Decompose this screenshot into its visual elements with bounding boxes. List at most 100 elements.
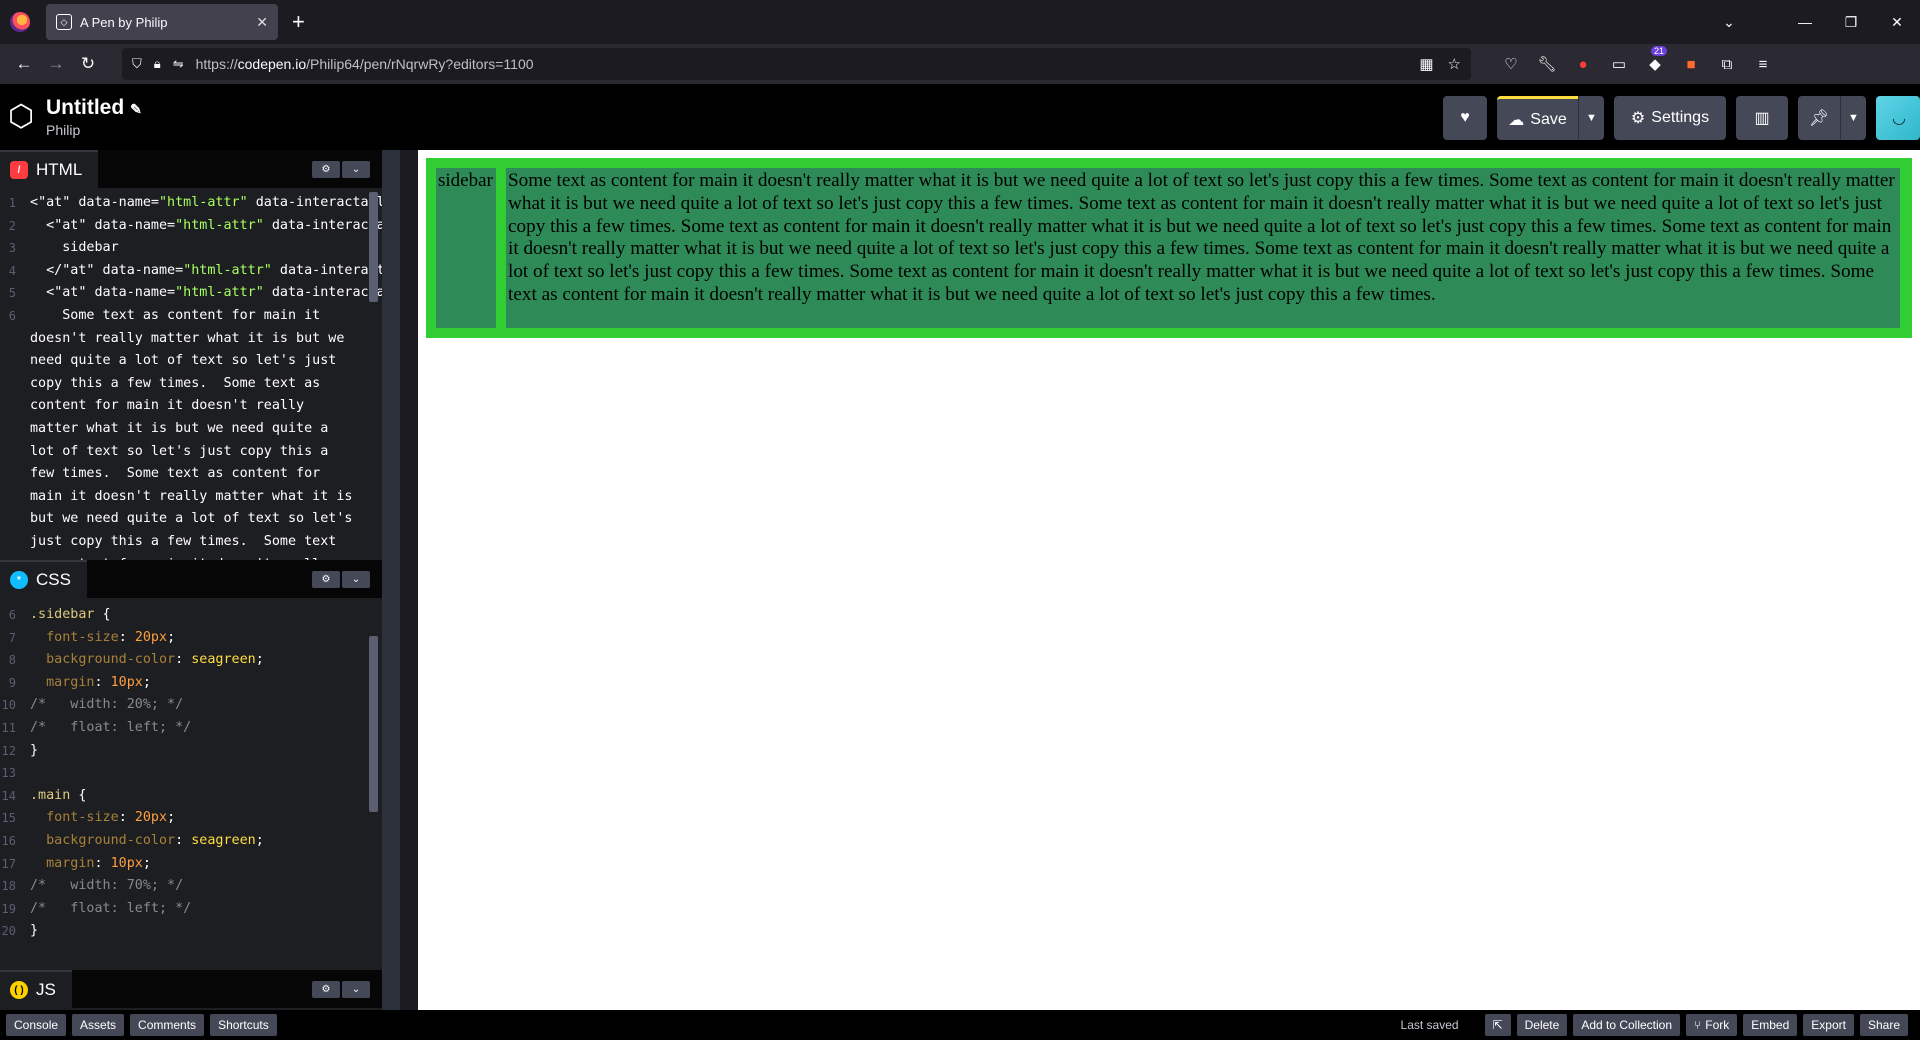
- chevron-down-icon[interactable]: ⌄: [342, 161, 370, 178]
- restore-icon[interactable]: ❐: [1828, 14, 1874, 31]
- line-number: [0, 328, 30, 351]
- open-external-button[interactable]: ⇱: [1484, 1014, 1511, 1036]
- css-property: margin: [46, 674, 95, 690]
- new-tab-icon[interactable]: +: [292, 9, 305, 35]
- embed-button[interactable]: Embed: [1743, 1014, 1798, 1036]
- preview-main: Some text as content for main it doesn't…: [506, 168, 1900, 328]
- line-number: 3: [8, 241, 16, 256]
- love-button[interactable]: ♥: [1443, 96, 1487, 140]
- avatar[interactable]: [1876, 96, 1920, 140]
- console-button[interactable]: Console: [6, 1014, 67, 1036]
- menu-hamburger-icon[interactable]: ≡: [1745, 56, 1781, 73]
- gear-icon[interactable]: ⚙: [312, 161, 340, 178]
- preview-pane[interactable]: sidebar Some text as content for main it…: [418, 150, 1920, 1010]
- add-to-collection-button[interactable]: Add to Collection: [1573, 1014, 1681, 1036]
- pin-button[interactable]: 📌︎: [1798, 96, 1840, 140]
- gear-icon[interactable]: ⚙: [312, 571, 340, 588]
- code-line: matter what it is but we need quite a: [0, 418, 382, 441]
- code-line: 6 Some text as content for main it: [0, 305, 382, 328]
- bookmark-star-icon[interactable]: ☆: [1448, 55, 1461, 73]
- orange-extension-icon[interactable]: ■: [1673, 56, 1709, 73]
- semicolon: ;: [167, 810, 176, 826]
- save-button[interactable]: ☁ Save: [1497, 96, 1578, 140]
- code-line: 5 <"at" data-name="html-attr" data-inter…: [0, 282, 382, 305]
- code-text: lot of text so let's just copy this a: [30, 443, 329, 459]
- css-code-area[interactable]: 6 .sidebar {7 font-size: 20px; 8 backgroun…: [0, 598, 382, 970]
- delete-button[interactable]: Delete: [1516, 1014, 1568, 1036]
- pen-author[interactable]: Philip: [46, 122, 142, 138]
- firefox-logo-icon[interactable]: [10, 12, 30, 32]
- minimize-icon[interactable]: —: [1782, 14, 1828, 30]
- html-editor-label: HTML: [36, 160, 83, 179]
- shield-icon[interactable]: ⛉: [132, 56, 142, 72]
- css-scrollbar[interactable]: [369, 636, 378, 812]
- html-scrollbar[interactable]: [369, 192, 378, 302]
- tab-list-chevron-icon[interactable]: ⌄: [1706, 14, 1752, 31]
- settings-button[interactable]: ⚙ Settings: [1614, 96, 1726, 140]
- pin-button-group: 📌︎ ▼: [1798, 96, 1866, 140]
- export-button[interactable]: Export: [1803, 1014, 1854, 1036]
- code-line: just copy this a few times. Some text: [0, 531, 382, 554]
- url-bar[interactable]: ⛉ 🔒︎ ⇋ https://codepen.io/Philip64/pen/r…: [122, 48, 1471, 80]
- comments-button[interactable]: Comments: [130, 1014, 205, 1036]
- close-tab-icon[interactable]: ✕: [256, 14, 268, 31]
- last-saved-text: Last saved: [1400, 1018, 1459, 1032]
- forward-arrow-icon[interactable]: →: [40, 54, 72, 74]
- css-editor-tab[interactable]: * CSS: [0, 560, 87, 598]
- url-text[interactable]: https://codepen.io/Philip64/pen/rNqrwRy?…: [196, 56, 1406, 72]
- close-window-icon[interactable]: ✕: [1874, 14, 1920, 31]
- wrench-icon[interactable]: 🔧︎: [1529, 55, 1565, 73]
- html-editor-tab[interactable]: / HTML: [0, 150, 99, 188]
- permissions-icon[interactable]: ⇋: [173, 56, 184, 72]
- html-attr-value: "html-attr": [175, 285, 264, 301]
- code-line: but we need quite a lot of text so let's: [0, 508, 382, 531]
- html-code-area[interactable]: 1 <"at" data-name="html-attr" data-intera…: [0, 188, 382, 560]
- code-line: 10 /* width: 20%; */: [0, 694, 382, 717]
- line-number: 19: [1, 901, 16, 916]
- semicolon: ;: [167, 629, 176, 645]
- badge-extension-icon[interactable]: ◆ 21: [1637, 46, 1673, 73]
- css-editor-label: CSS: [36, 570, 71, 589]
- js-editor-tab[interactable]: ( ) JS: [0, 970, 72, 1008]
- code-line: 6 .sidebar {: [0, 604, 382, 627]
- js-editor-header: ( ) JS ⚙ ⌄: [0, 970, 382, 1008]
- change-view-button[interactable]: ▥: [1736, 96, 1788, 140]
- pen-workarea: / HTML ⚙ ⌄ 1 <"at" data-name="html-attr" …: [0, 150, 1920, 1010]
- chevron-down-icon[interactable]: ⌄: [342, 571, 370, 588]
- pin-dropdown-button[interactable]: ▼: [1840, 96, 1866, 140]
- line-number: 9: [8, 675, 16, 690]
- chevron-down-icon[interactable]: ⌄: [342, 981, 370, 998]
- gear-icon: ⚙: [1630, 110, 1646, 127]
- code-line: 17 margin: 10px;: [0, 853, 382, 876]
- extensions-puzzle-icon[interactable]: ⧉: [1709, 56, 1745, 73]
- code-text: few times. Some text as content for: [30, 466, 321, 482]
- css-value: 20px: [134, 810, 168, 826]
- shortcuts-button[interactable]: Shortcuts: [210, 1014, 277, 1036]
- assets-button[interactable]: Assets: [72, 1014, 125, 1036]
- save-dropdown-button[interactable]: ▼: [1578, 96, 1604, 140]
- pocket-icon[interactable]: ♡: [1493, 55, 1529, 73]
- code-text: doesn't really matter what it is but we: [30, 330, 345, 346]
- pen-title[interactable]: Untitled ✎: [46, 96, 142, 120]
- code-line: 20}: [0, 920, 382, 943]
- save-label: Save: [1530, 110, 1567, 128]
- back-arrow-icon[interactable]: ←: [8, 54, 40, 74]
- lock-icon[interactable]: 🔒︎: [154, 56, 161, 72]
- red-extension-icon[interactable]: ●: [1565, 56, 1601, 73]
- codepen-logo-icon[interactable]: ⬡: [8, 102, 38, 132]
- url-host: codepen.io: [237, 56, 307, 72]
- line-number: [0, 418, 30, 441]
- code-text: }: [30, 742, 39, 758]
- screen-extension-icon[interactable]: ▭: [1601, 55, 1637, 73]
- fork-button[interactable]: ⑂ Fork: [1686, 1014, 1738, 1036]
- code-line: 8 background-color: seagreen;: [0, 649, 382, 672]
- edit-pencil-icon[interactable]: ✎: [130, 101, 142, 117]
- share-button[interactable]: Share: [1859, 1014, 1908, 1036]
- gear-icon[interactable]: ⚙: [312, 981, 340, 998]
- code-text: }: [30, 923, 39, 939]
- browser-tab-active[interactable]: ◇ A Pen by Philip ✕: [46, 4, 278, 40]
- preview-sidebar: sidebar: [436, 168, 496, 328]
- qr-grid-icon[interactable]: ▦: [1419, 55, 1433, 73]
- reload-icon[interactable]: ↻: [72, 54, 104, 74]
